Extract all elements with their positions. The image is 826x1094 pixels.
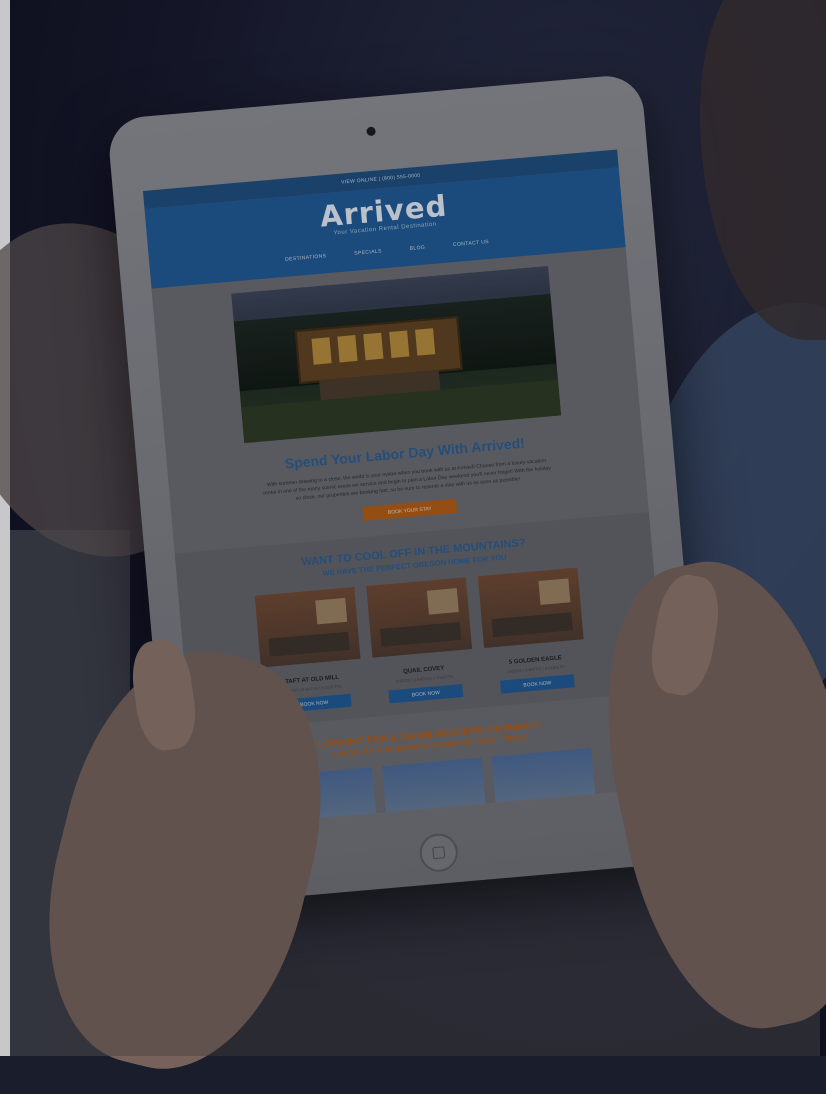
- photo-window: [315, 597, 348, 625]
- property-photo[interactable]: [254, 587, 361, 668]
- blurred-person: [700, 0, 826, 340]
- house-window: [311, 337, 332, 365]
- photo-sofa: [380, 621, 462, 647]
- nav-contact-us[interactable]: CONTACT US: [453, 239, 489, 248]
- photo-sofa: [268, 631, 350, 657]
- property-photo[interactable]: [366, 577, 473, 658]
- book-now-button[interactable]: BOOK NOW: [499, 674, 575, 694]
- book-now-button[interactable]: BOOK NOW: [388, 684, 464, 704]
- left-edge-band: [0, 0, 10, 1056]
- nav-blog[interactable]: BLOG: [409, 245, 425, 252]
- book-your-stay-button[interactable]: BOOK YOUR STAY: [362, 498, 458, 521]
- nav-destinations[interactable]: DESTINATIONS: [285, 253, 327, 263]
- house-window: [363, 332, 384, 361]
- house-window: [337, 335, 358, 363]
- photo-sofa: [491, 612, 573, 638]
- photo-window: [426, 588, 459, 615]
- property-photo[interactable]: [477, 567, 584, 648]
- photo-window: [538, 578, 571, 605]
- hero-house-photo: [231, 265, 562, 444]
- house-window: [389, 330, 410, 358]
- property-card: QUAIL COVEY 3 BEDS | 2 BATHS | 6 GUESTS …: [366, 577, 476, 704]
- home-square-icon: [432, 846, 446, 860]
- nav-specials[interactable]: SPECIALS: [354, 248, 382, 256]
- property-card: 5 GOLDEN EAGLE 3 BEDS | 3 BATHS | 8 GUES…: [477, 567, 588, 695]
- house-window: [415, 328, 436, 356]
